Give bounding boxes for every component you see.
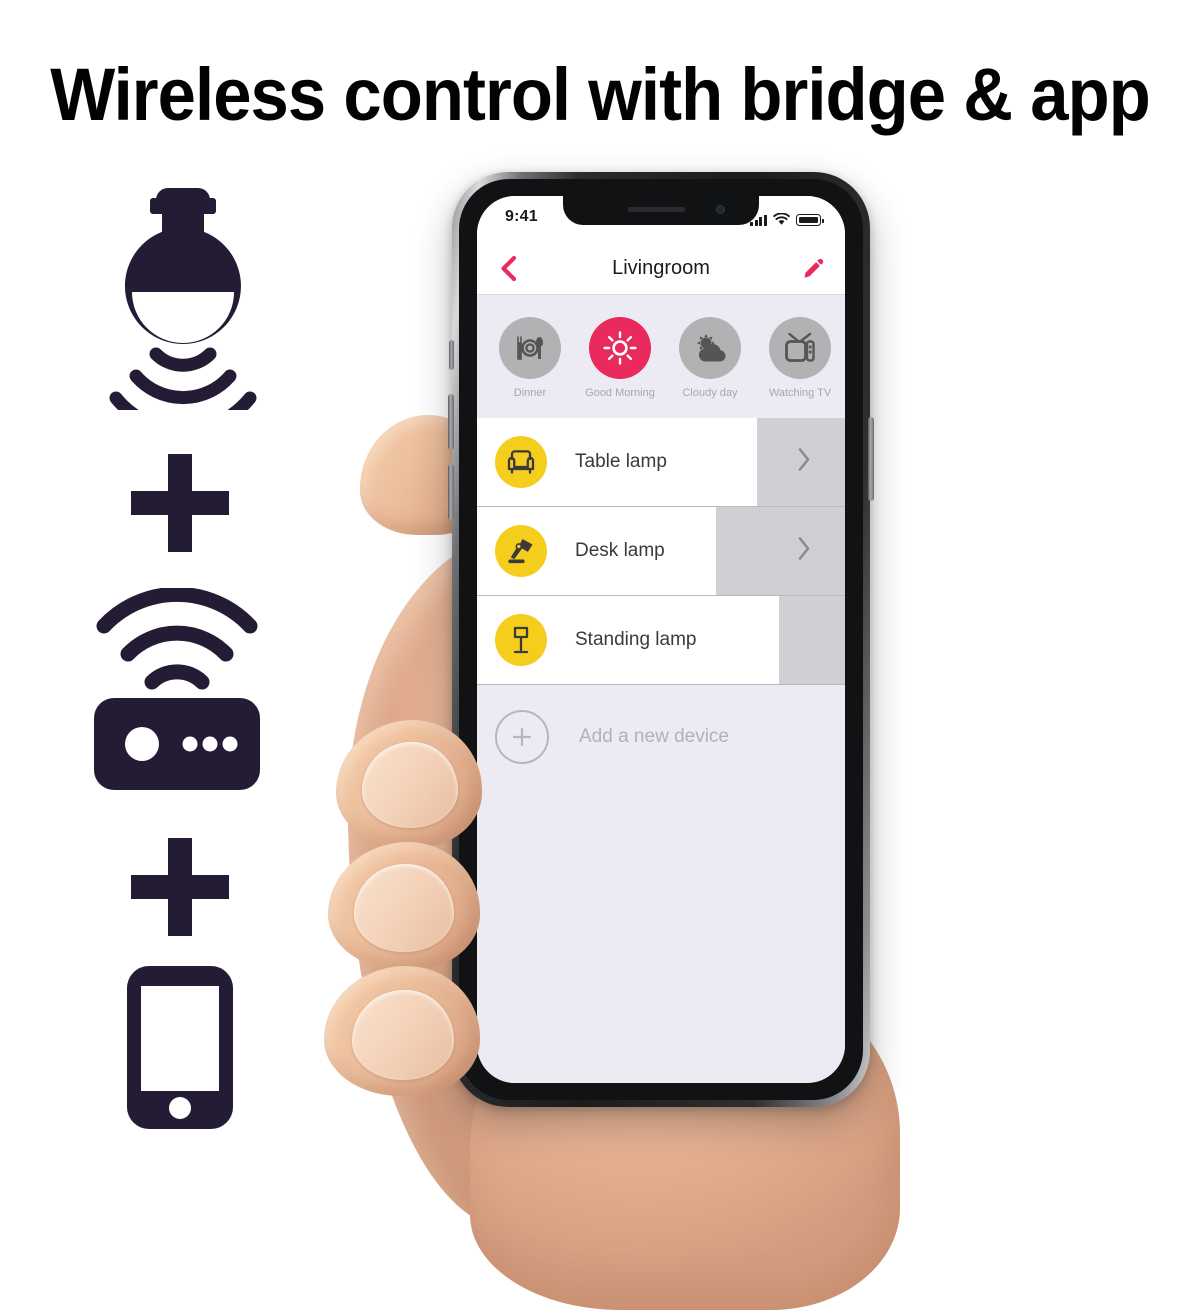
fingernail <box>352 990 454 1080</box>
scene-label: Good Morning <box>585 387 655 399</box>
television-icon <box>769 317 831 379</box>
nav-title: Livingroom <box>612 256 710 279</box>
pencil-edit-icon[interactable] <box>801 255 827 281</box>
scene-item-cloudy-day[interactable]: Cloudy day <box>673 317 747 400</box>
sun-icon <box>589 317 651 379</box>
phone-screen: 9:41 Livingroom Dinner Good Morning Clou… <box>477 196 845 1083</box>
table-row[interactable]: Desk lamp <box>477 506 845 596</box>
device-list: Table lamp Desk lamp Standing lamp <box>477 417 845 685</box>
volume-up-button[interactable] <box>448 394 454 450</box>
bridge-hub-icon <box>82 586 272 793</box>
phone-device: 9:41 Livingroom Dinner Good Morning Clou… <box>448 172 874 1107</box>
table-row[interactable]: Standing lamp <box>477 595 845 685</box>
chevron-right-icon[interactable] <box>797 536 811 565</box>
chevron-right-icon[interactable] <box>797 447 811 476</box>
fingernail <box>362 742 458 828</box>
device-name: Desk lamp <box>575 539 665 561</box>
nav-bar: Livingroom <box>477 242 845 295</box>
status-indicators <box>750 210 824 226</box>
mute-switch[interactable] <box>449 340 454 370</box>
chevron-left-icon[interactable] <box>495 255 521 281</box>
battery-full-icon <box>796 214 824 226</box>
plus-circle-outline-icon <box>495 709 549 764</box>
floor-lamp-icon <box>495 613 547 666</box>
scene-item-watching-tv[interactable]: Watching TV <box>763 317 837 400</box>
page-title: Wireless control with bridge & app <box>50 53 1151 136</box>
phone-in-hand: 9:41 Livingroom Dinner Good Morning Clou… <box>324 130 980 1310</box>
earpiece-speaker <box>627 207 686 212</box>
plus-icon <box>125 448 235 558</box>
status-time: 9:41 <box>505 208 538 225</box>
front-camera-icon <box>716 205 725 214</box>
smartphone-icon <box>115 960 245 1135</box>
smart-bulb-wireless-icon <box>88 180 278 437</box>
add-new-device-row[interactable]: Add a new device <box>477 684 845 789</box>
sun-cloud-icon <box>679 317 741 379</box>
device-name: Table lamp <box>575 450 667 472</box>
feature-icon-column <box>60 170 310 1140</box>
scene-label: Dinner <box>513 387 547 399</box>
fingernail <box>354 864 454 952</box>
power-button[interactable] <box>868 417 874 501</box>
dinner-plate-cutlery-icon <box>499 317 561 379</box>
scene-label: Watching TV <box>768 387 832 399</box>
add-new-device-label: Add a new device <box>579 725 729 747</box>
desk-lamp-icon <box>495 524 547 577</box>
scenes-strip[interactable]: Dinner Good Morning Cloudy day Watching … <box>477 295 845 418</box>
plus-icon <box>125 832 235 942</box>
volume-down-button[interactable] <box>448 464 454 520</box>
scene-item-dinner[interactable]: Dinner <box>493 317 567 400</box>
phone-bezel: 9:41 Livingroom Dinner Good Morning Clou… <box>459 179 863 1100</box>
scene-item-good-morning[interactable]: Good Morning <box>583 317 657 400</box>
table-row[interactable]: Table lamp <box>477 417 845 507</box>
scene-label: Cloudy day <box>682 387 738 399</box>
device-name: Standing lamp <box>575 628 697 650</box>
notch <box>563 196 759 225</box>
empty-area <box>477 788 845 1083</box>
armchair-lamp-icon <box>495 435 547 488</box>
wifi-icon <box>773 213 790 225</box>
